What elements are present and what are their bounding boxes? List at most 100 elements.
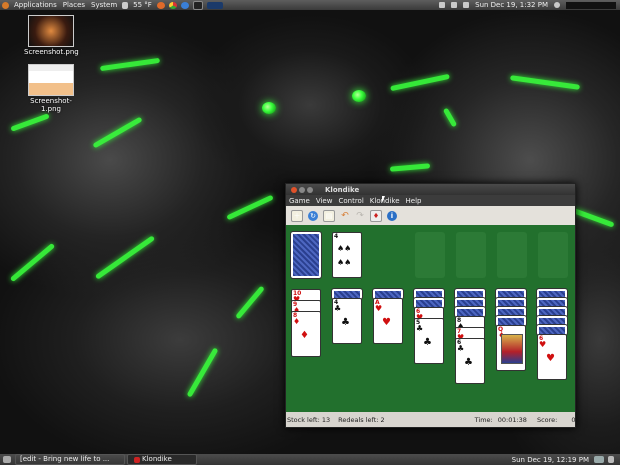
show-desktop-icon[interactable] bbox=[3, 456, 11, 463]
klondike-window: Klondike Game View Control Klondike Help… bbox=[285, 183, 576, 428]
redo-icon[interactable]: ↷ bbox=[355, 211, 365, 221]
taskbar-item-label: Klondike bbox=[142, 455, 172, 463]
glow-stripe bbox=[509, 75, 581, 90]
card-pip: ♥ bbox=[546, 353, 555, 364]
foundation-slot[interactable] bbox=[538, 232, 568, 278]
chrome-icon[interactable] bbox=[168, 1, 177, 9]
desktop-icon-label: Screenshot-1.png bbox=[30, 97, 72, 113]
score-label: Score: bbox=[536, 415, 558, 424]
snake-eye-right bbox=[352, 90, 366, 102]
window-title: Klondike bbox=[325, 185, 360, 194]
foundation-slot[interactable] bbox=[456, 232, 486, 278]
card-pip: ♠♠ bbox=[337, 244, 352, 253]
image-thumbnail-icon bbox=[28, 15, 74, 47]
window-titlebar[interactable]: Klondike bbox=[286, 184, 575, 195]
tableau-card[interactable]: 4 ♣ ♣ bbox=[332, 298, 362, 344]
glow-stripe bbox=[10, 113, 50, 132]
tableau-card[interactable]: 8 ♦ ♦ bbox=[291, 311, 321, 357]
glow-stripe bbox=[99, 57, 161, 72]
tableau-card[interactable]: A ♥ ♥ bbox=[373, 298, 403, 344]
desktop-icon-screenshot-1[interactable]: Screenshot-1.png bbox=[24, 64, 78, 113]
mail-icon[interactable] bbox=[451, 2, 458, 8]
weather-icon[interactable] bbox=[122, 1, 129, 9]
user-menu[interactable] bbox=[566, 1, 616, 9]
card-pip: ♣ bbox=[423, 337, 432, 348]
clock[interactable]: Sun Dec 19, 1:32 PM bbox=[472, 0, 551, 10]
card-pip: ♥ bbox=[382, 317, 391, 328]
stock-pile[interactable] bbox=[290, 231, 322, 279]
klondike-app-icon bbox=[134, 456, 140, 463]
menu-places[interactable]: Places bbox=[60, 0, 88, 10]
taskbar-item-edit[interactable]: [edit - Bring new life to ... bbox=[15, 454, 125, 465]
card-pip: ♦ bbox=[300, 330, 309, 341]
minimize-icon[interactable] bbox=[299, 186, 305, 193]
hint-icon[interactable]: ♦ bbox=[370, 209, 382, 222]
glow-stripe bbox=[390, 73, 450, 92]
ubuntu-logo-icon[interactable] bbox=[2, 1, 9, 9]
status-bar: Stock left: 13 Redeals left: 2 Time: 00:… bbox=[286, 412, 576, 427]
card-pip: ♣ bbox=[341, 317, 350, 328]
foundation-slot[interactable] bbox=[497, 232, 527, 278]
glow-stripe bbox=[570, 207, 615, 228]
tableau-card[interactable]: 6 ♥ ♥ bbox=[537, 334, 567, 380]
foundation-slot[interactable] bbox=[415, 232, 445, 278]
menu-view[interactable]: View bbox=[313, 197, 336, 205]
info-icon[interactable]: i bbox=[387, 210, 397, 221]
tableau-card[interactable]: 6 ♣ ♣ bbox=[455, 338, 485, 384]
bottom-clock[interactable]: Sun Dec 19, 12:19 PM bbox=[509, 455, 592, 465]
volume-icon[interactable] bbox=[463, 2, 470, 8]
toolbar: ＋ ↻ ▤ ↶ ↷ ♦ i bbox=[286, 206, 575, 226]
score-value: 0 bbox=[571, 415, 576, 424]
snake-eye-left bbox=[262, 102, 276, 114]
queen-face-image bbox=[501, 334, 523, 364]
time-label: Time: bbox=[474, 415, 493, 424]
card-suit: ♣ bbox=[457, 344, 465, 353]
menu-game[interactable]: Game bbox=[286, 197, 313, 205]
menu-system[interactable]: System bbox=[88, 0, 120, 10]
card-pip: ♣ bbox=[464, 357, 473, 368]
tableau-card[interactable]: Q♦ bbox=[496, 325, 526, 371]
monitor-icon[interactable] bbox=[206, 1, 223, 9]
game-table[interactable]: 4 ♠♠ ♠♠ 10♥9♦8♦♦4♣♣A♥♥6♥5♣♣8♠7♥6♣♣Q♦6♥♥ bbox=[286, 225, 575, 412]
mouse-cursor-icon bbox=[382, 196, 385, 203]
restart-icon[interactable]: ↻ bbox=[308, 210, 318, 221]
image-thumbnail-icon bbox=[28, 64, 74, 96]
card-pip: ♠♠ bbox=[337, 258, 352, 267]
power-icon[interactable] bbox=[554, 2, 560, 8]
new-game-icon[interactable]: ＋ bbox=[291, 209, 303, 222]
close-icon[interactable] bbox=[291, 186, 297, 193]
maximize-icon[interactable] bbox=[307, 186, 313, 193]
card-suit: ♣ bbox=[334, 304, 342, 313]
glow-stripe bbox=[389, 163, 431, 172]
glow-stripe bbox=[186, 347, 219, 398]
menu-control[interactable]: Control bbox=[335, 197, 366, 205]
card-suit: ♣ bbox=[416, 324, 424, 333]
menu-help[interactable]: Help bbox=[403, 197, 425, 205]
taskbar-item-klondike[interactable]: Klondike bbox=[127, 454, 197, 465]
window-menubar: Game View Control Klondike Help bbox=[286, 195, 575, 206]
undo-icon[interactable]: ↶ bbox=[340, 211, 350, 221]
glow-stripe bbox=[235, 285, 265, 320]
glow-stripe bbox=[442, 107, 458, 128]
time-value: 00:01:38 bbox=[497, 415, 527, 424]
trash-icon[interactable] bbox=[608, 456, 614, 463]
terminal-icon[interactable] bbox=[192, 0, 203, 10]
tableau-card[interactable]: 5 ♣ ♣ bbox=[414, 318, 444, 364]
card-suit: ♥ bbox=[539, 340, 547, 349]
desktop-icon-screenshot[interactable]: Screenshot.png bbox=[24, 15, 79, 56]
browser-icon[interactable] bbox=[156, 1, 165, 9]
redeals-left: Redeals left: 2 bbox=[338, 415, 385, 424]
network-icon[interactable] bbox=[439, 2, 446, 8]
help-icon[interactable] bbox=[180, 1, 189, 9]
top-panel: Applications Places System 55 °F Sun Dec… bbox=[0, 0, 620, 10]
taskbar-item-label: [edit - Bring new life to ... bbox=[20, 455, 110, 463]
select-game-icon[interactable]: ▤ bbox=[323, 209, 335, 222]
bottom-panel: [edit - Bring new life to ... Klondike S… bbox=[0, 454, 620, 465]
workspace-switcher-icon[interactable] bbox=[594, 456, 604, 463]
weather-temp[interactable]: 55 °F bbox=[130, 0, 155, 10]
stock-left: Stock left: 13 bbox=[287, 415, 331, 424]
waste-pile[interactable]: 4 ♠♠ ♠♠ bbox=[332, 232, 362, 278]
glow-stripe bbox=[92, 116, 143, 149]
menu-applications[interactable]: Applications bbox=[11, 0, 60, 10]
card-suit: ♦ bbox=[293, 317, 301, 326]
